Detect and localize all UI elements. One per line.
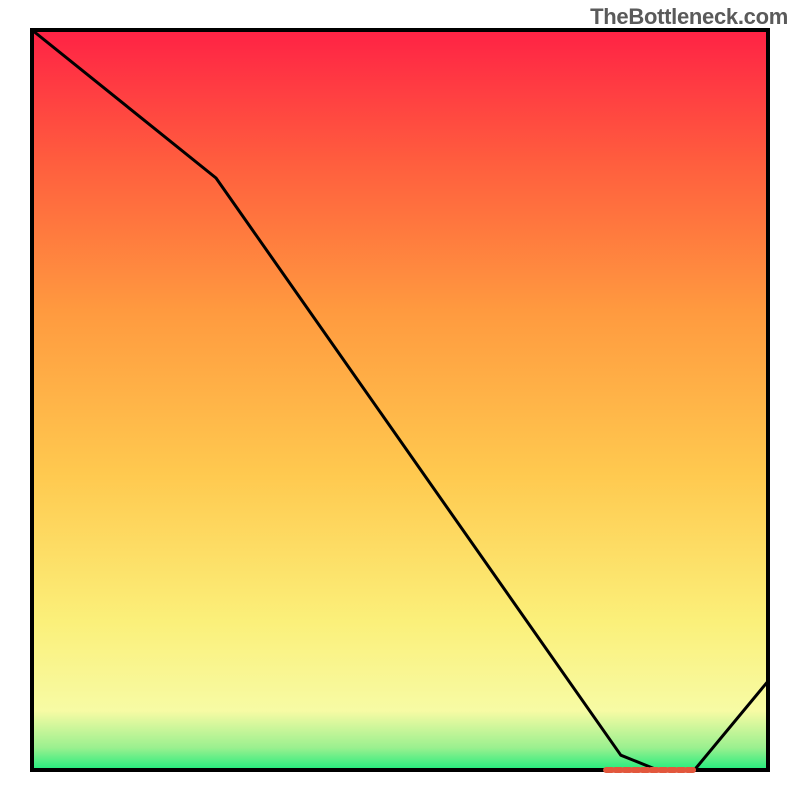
chart-container: TheBottleneck.com xyxy=(0,0,800,800)
watermark-text: TheBottleneck.com xyxy=(590,4,788,30)
plot-area xyxy=(32,30,768,770)
bottleneck-chart xyxy=(0,0,800,800)
